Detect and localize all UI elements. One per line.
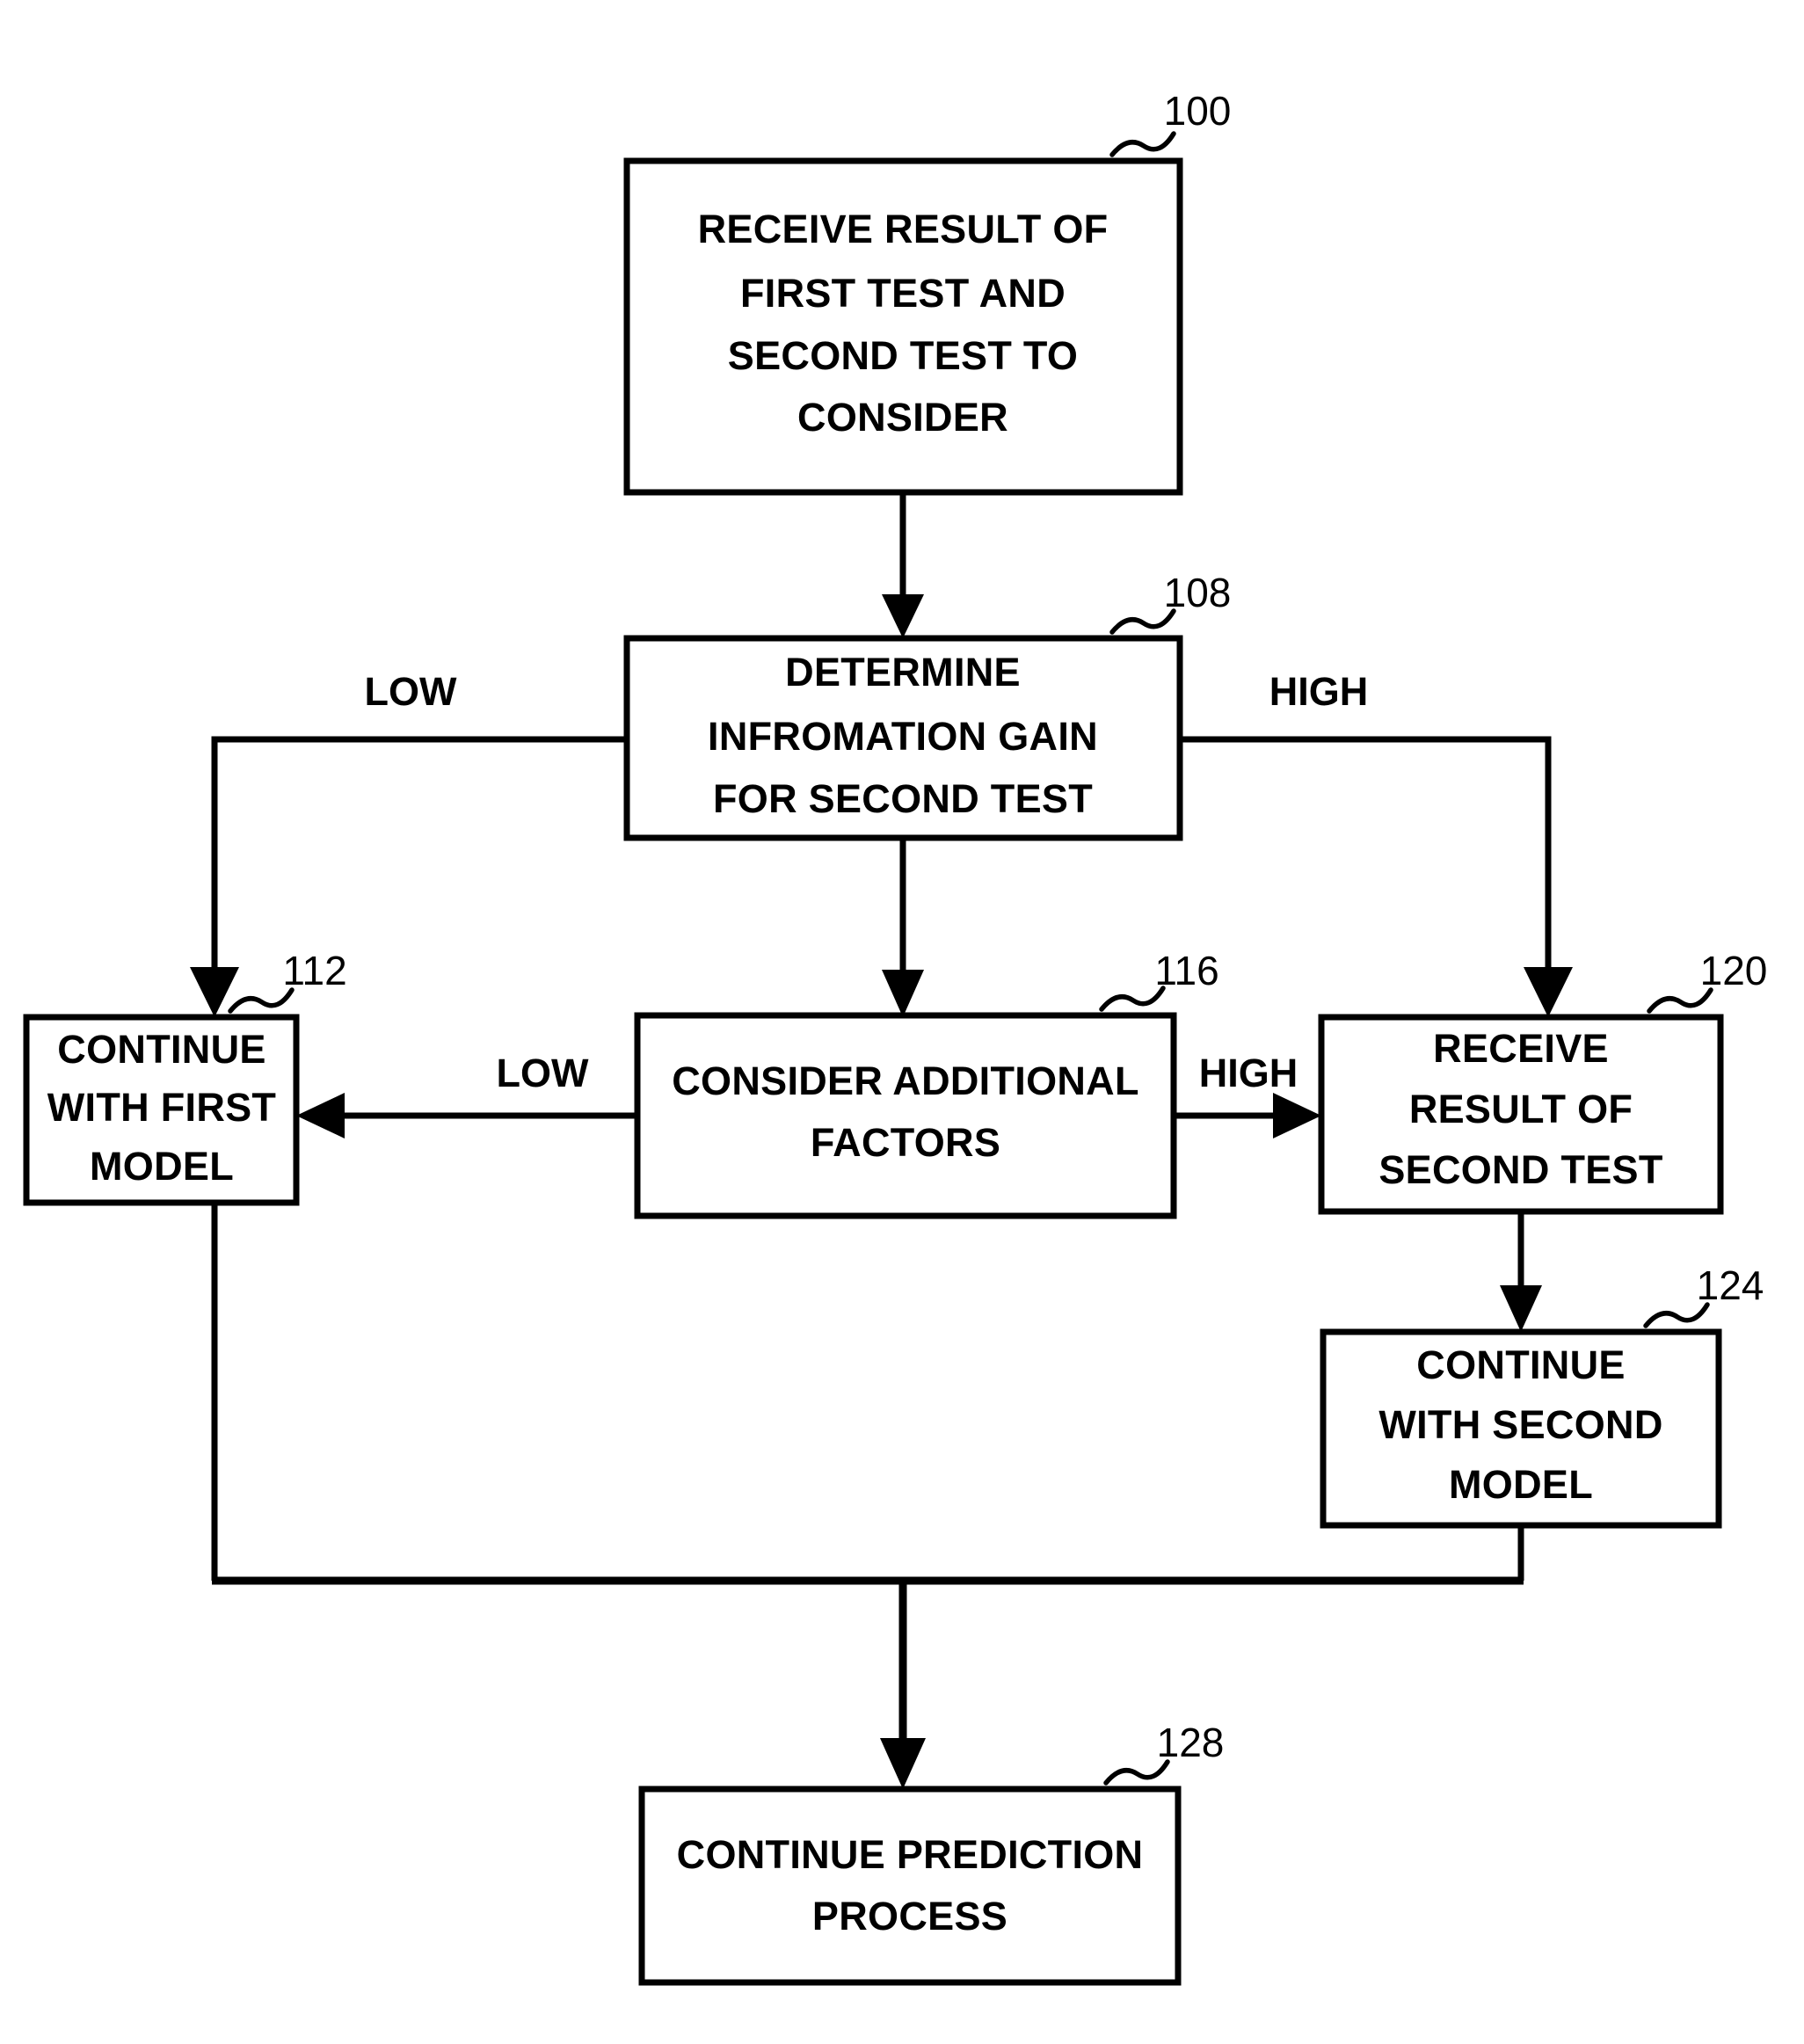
node-124-ref: 124 (1697, 1262, 1764, 1308)
node-116-box[interactable] (634, 1012, 1177, 1219)
node-100-ref: 100 (1164, 88, 1232, 134)
node-116[interactable]: CONSIDER ADDITIONAL FACTORS 116 (634, 948, 1219, 1219)
edge-108-to-112-low (190, 736, 627, 1017)
node-112[interactable]: CONTINUE WITH FIRST MODEL 112 (23, 948, 347, 1206)
edge-label-low-mid: LOW (497, 1051, 589, 1095)
edge-116-to-120-high (1174, 1093, 1321, 1138)
node-100[interactable]: RECEIVE RESULT OF FIRST TEST AND SECOND … (623, 88, 1232, 496)
edge-120-to-124 (1500, 1211, 1542, 1332)
node-108-line-1: DETERMINE (785, 650, 1021, 695)
node-124-line-2: WITH SECOND (1378, 1402, 1662, 1447)
edge-label-high-top: HIGH (1269, 669, 1369, 714)
node-116-line-1: CONSIDER ADDITIONAL (672, 1058, 1139, 1103)
node-120-line-3: SECOND TEST (1378, 1147, 1662, 1192)
node-128-box[interactable] (638, 1786, 1182, 1986)
node-112-line-3: MODEL (90, 1144, 234, 1189)
node-128-line-2: PROCESS (812, 1894, 1007, 1939)
node-108[interactable]: DETERMINE INFROMATION GAIN FOR SECOND TE… (623, 570, 1232, 841)
edge-label-high-mid: HIGH (1199, 1051, 1298, 1095)
flowchart-svg: LOW HIGH LOW HIGH RECEIVE RESULT OF FIRS… (23, 88, 1768, 1986)
flowchart-canvas: LOW HIGH LOW HIGH RECEIVE RESULT OF FIRS… (0, 0, 1804, 2044)
node-128-line-1: CONTINUE PREDICTION (677, 1832, 1144, 1877)
node-112-line-1: CONTINUE (57, 1027, 266, 1072)
edge-label-low-top: LOW (365, 669, 457, 714)
node-108-line-3: FOR SECOND TEST (713, 776, 1093, 821)
edge-100-to-108 (882, 492, 924, 638)
node-100-line-2: FIRST TEST AND (740, 271, 1066, 316)
edge-108-to-116 (882, 838, 924, 1017)
edge-merge-to-128 (880, 1581, 926, 1789)
node-112-line-2: WITH FIRST (47, 1085, 276, 1130)
node-124-line-1: CONTINUE (1416, 1342, 1625, 1387)
node-120-line-2: RESULT OF (1409, 1087, 1633, 1131)
node-128-ref: 128 (1157, 1720, 1225, 1765)
node-116-ref: 116 (1154, 948, 1218, 993)
node-108-ref: 108 (1164, 570, 1232, 615)
node-128[interactable]: CONTINUE PREDICTION PROCESS 128 (638, 1720, 1225, 1986)
node-100-line-3: SECOND TEST TO (728, 333, 1078, 378)
node-124-line-3: MODEL (1449, 1462, 1593, 1507)
node-112-ref: 112 (282, 948, 346, 993)
node-100-line-1: RECEIVE RESULT OF (698, 207, 1109, 251)
node-120-ref: 120 (1700, 948, 1768, 993)
node-120-line-1: RECEIVE (1433, 1026, 1609, 1071)
node-116-line-2: FACTORS (811, 1120, 1000, 1165)
edge-116-to-112-low (296, 1093, 637, 1138)
node-124[interactable]: CONTINUE WITH SECOND MODEL 124 (1320, 1262, 1764, 1529)
edge-108-to-120-high (1180, 736, 1573, 1017)
node-108-line-2: INFROMATION GAIN (708, 714, 1098, 759)
node-100-line-4: CONSIDER (797, 395, 1008, 440)
